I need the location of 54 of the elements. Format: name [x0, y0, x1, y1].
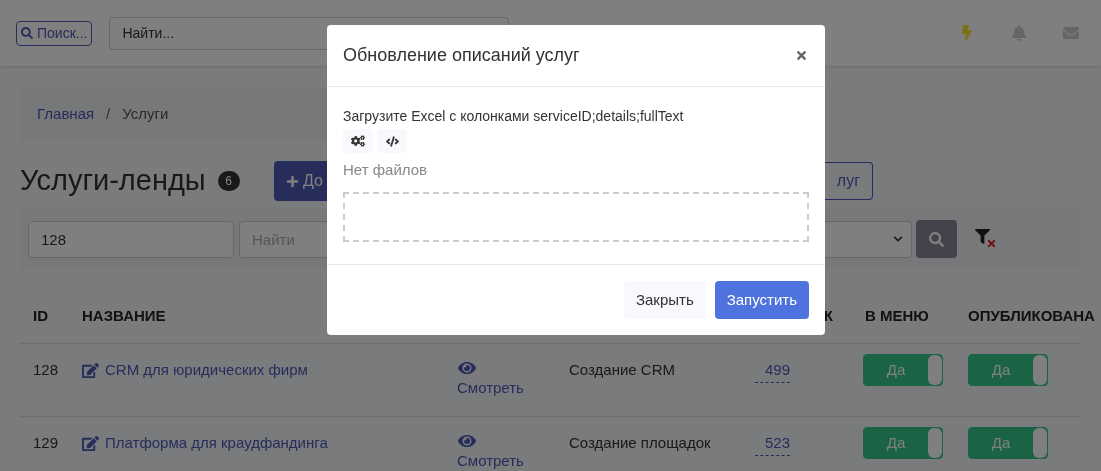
column-header: ID: [32, 305, 48, 326]
page-title: Услуги-ленды: [20, 163, 206, 199]
clear-filter-icon[interactable]: [975, 229, 997, 249]
number-link[interactable]: 523: [755, 432, 791, 456]
no-files-text: Нет файлов: [343, 160, 428, 180]
table-cell-text: 128: [32, 360, 59, 380]
service-link[interactable]: CRM для юридических фирм: [70, 359, 308, 382]
search-icon: [929, 231, 944, 247]
instruction-text: Загрузите Excel с колонками serviceID;details;fullText: [343, 107, 685, 126]
breadcrumb-link[interactable]: Главная: [37, 103, 95, 126]
column-header: НАЗВАНИЕ: [81, 305, 166, 326]
toggle-knob: [1033, 355, 1047, 385]
settings-button[interactable]: [343, 129, 373, 153]
toggle-label: Да: [990, 359, 1012, 380]
toggle-label: Да: [885, 359, 907, 380]
search-icon: [21, 27, 33, 39]
table-cell-text: Создание площадок: [568, 433, 711, 453]
breadcrumb-current: Услуги: [122, 104, 169, 125]
toggle-label: Да: [990, 432, 1012, 453]
close-button[interactable]: Закрыть: [623, 281, 706, 319]
id-field[interactable]: 128: [28, 220, 234, 258]
gears-icon: [351, 134, 365, 148]
toggle-knob: [1033, 428, 1047, 458]
count-badge: 6: [217, 171, 240, 191]
toggle-switch[interactable]: Да: [863, 427, 943, 459]
column-header: В МЕНЮ: [864, 305, 929, 326]
view-link[interactable]: Смотреть: [446, 432, 524, 471]
column-header: К: [823, 305, 834, 326]
add-button[interactable]: До: [274, 161, 327, 201]
number-link[interactable]: 499: [755, 359, 791, 383]
toggle-label: Да: [885, 432, 907, 453]
breadcrumb-separator: /: [105, 104, 112, 125]
code-button[interactable]: [377, 129, 407, 153]
service-link[interactable]: Платформа для краудфандинга: [70, 432, 328, 455]
close-icon: [794, 49, 808, 62]
eye-icon: [458, 432, 476, 450]
view-link[interactable]: Смотреть: [446, 359, 524, 400]
toggle-switch[interactable]: Да: [968, 354, 1048, 386]
column-header: ОПУБЛИКОВАНА: [967, 305, 1095, 326]
toggle-switch[interactable]: Да: [968, 427, 1048, 459]
toggle-knob: [928, 355, 942, 385]
search-button[interactable]: Поиск...: [16, 20, 93, 46]
edit-icon: [82, 434, 99, 452]
table-cell-text: Создание CRM: [568, 360, 675, 380]
search-button[interactable]: [916, 220, 957, 258]
toggle-switch[interactable]: Да: [863, 354, 943, 386]
eye-icon: [458, 359, 476, 377]
run-button[interactable]: Запустить: [714, 281, 809, 319]
edit-icon: [82, 361, 99, 379]
table-cell-text: 129: [32, 433, 59, 453]
toggle-knob: [928, 428, 942, 458]
plus-icon: [286, 174, 299, 188]
chevron-icon: [893, 234, 903, 244]
code-icon: [385, 134, 399, 148]
